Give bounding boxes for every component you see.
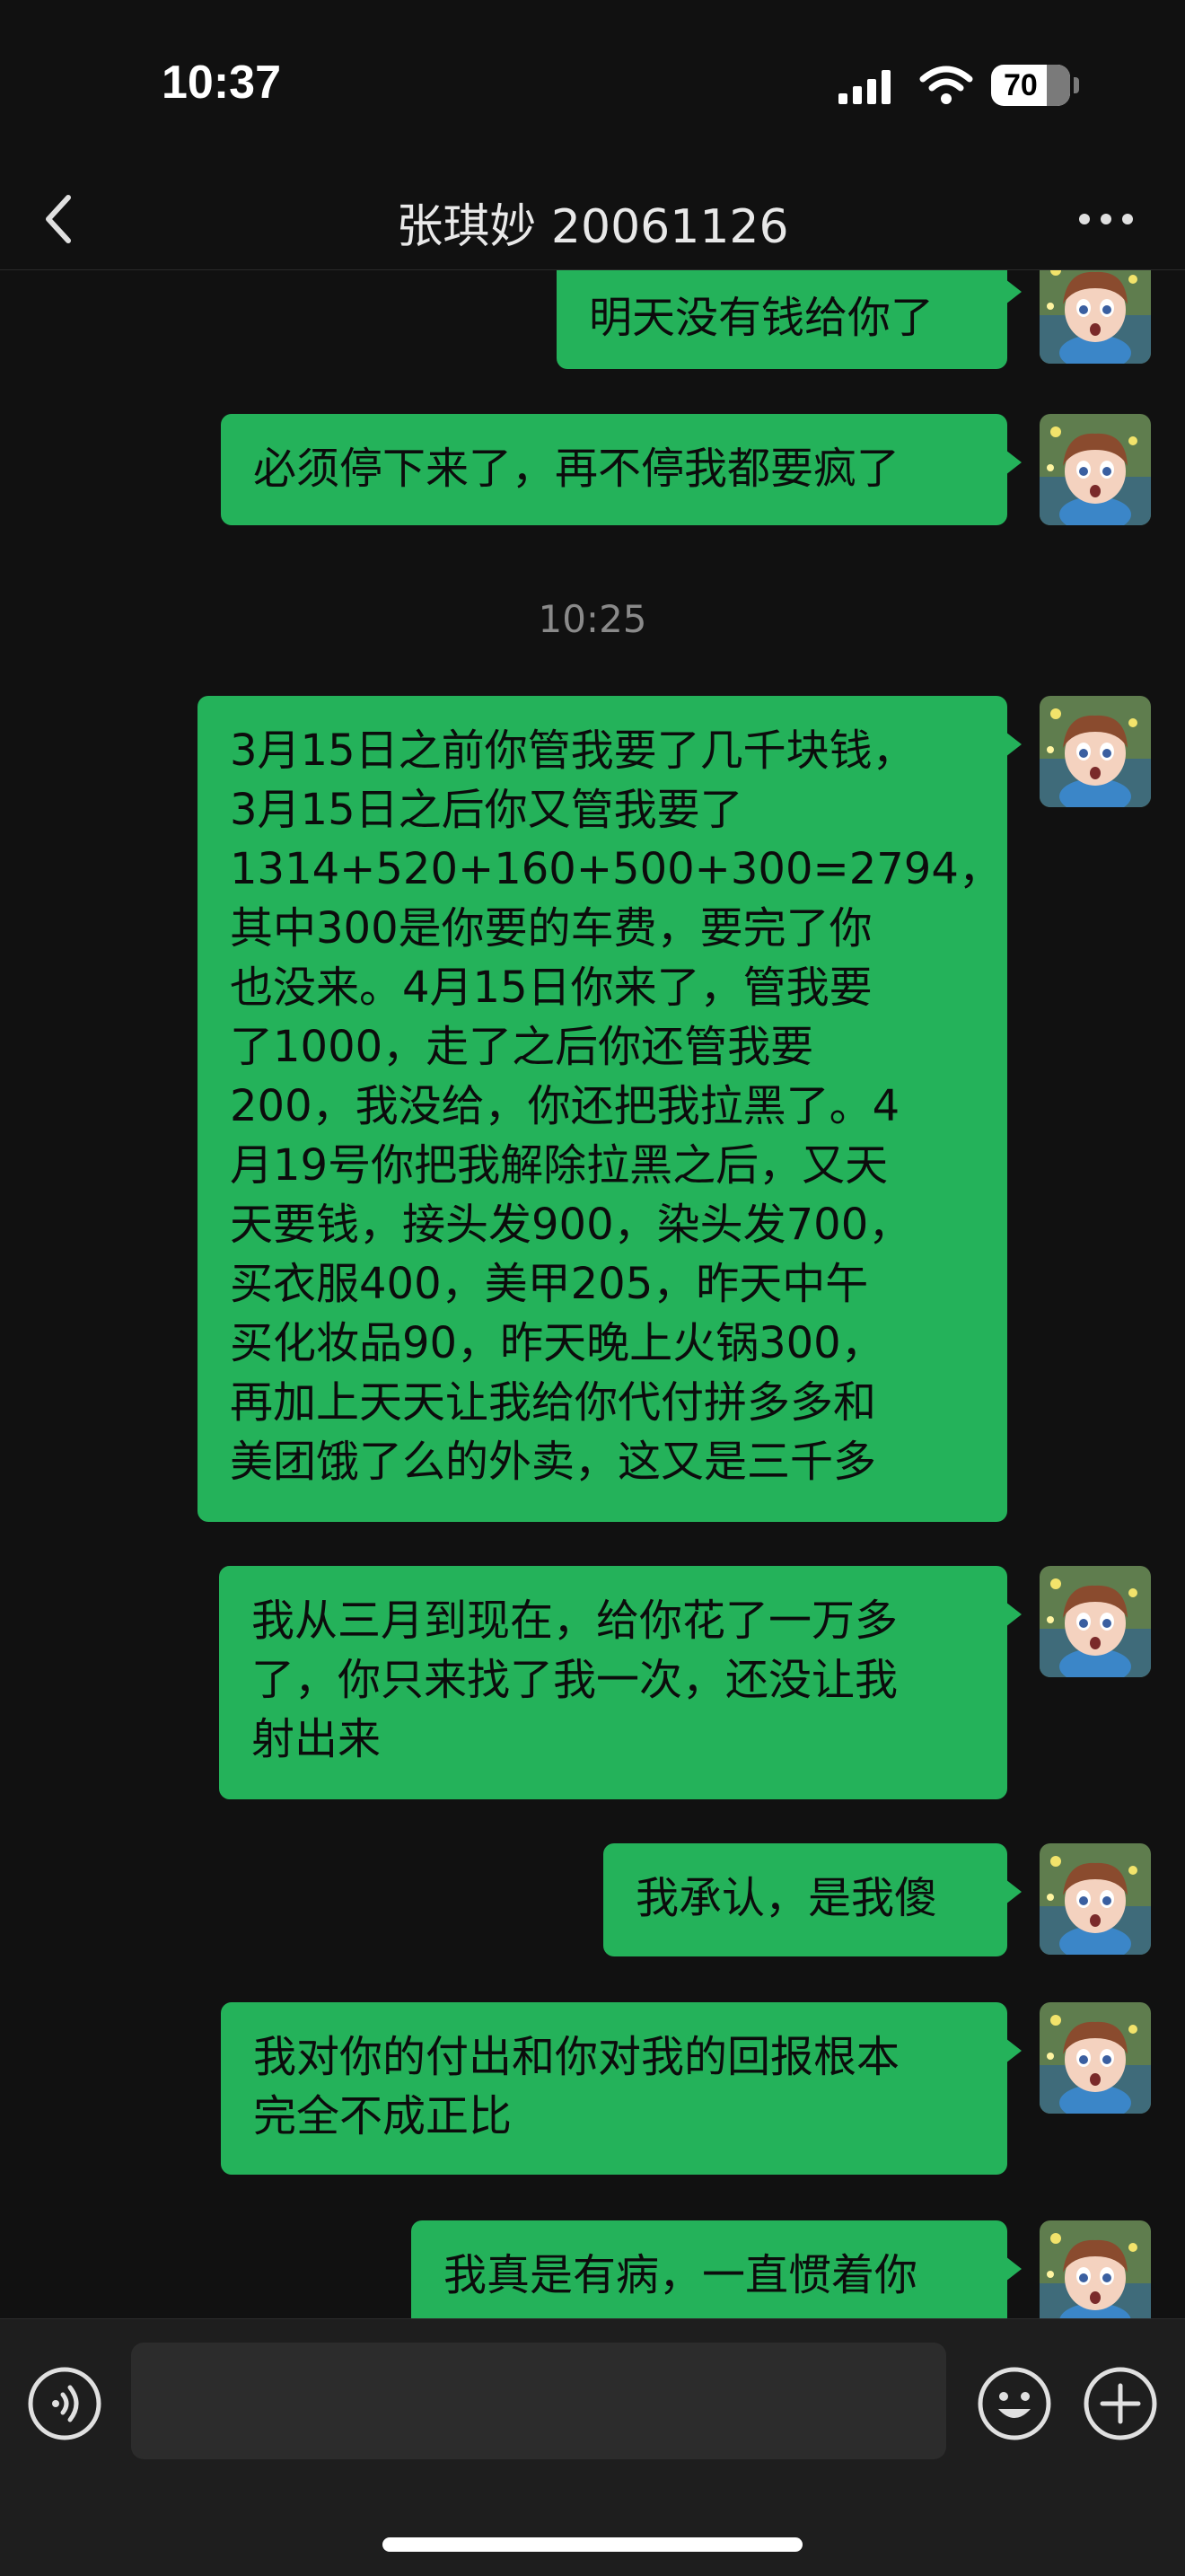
message-row: 明天没有钱给你了 — [0, 270, 1185, 369]
message-row: 我真是有病，一直惯着你 — [0, 2220, 1185, 2318]
message-row: 我对你的付出和你对我的回报根本 完全不成正比 — [0, 2002, 1185, 2175]
battery-nub — [1074, 77, 1079, 93]
message-row: 3月15日之前你管我要了几千块钱， 3月15日之后你又管我要了 1314+520… — [0, 696, 1185, 1522]
signal-icon — [838, 68, 901, 108]
message-bubble[interactable]: 必须停下来了，再不停我都要疯了 — [221, 414, 1022, 525]
avatar[interactable] — [1040, 2002, 1151, 2114]
message-bubble[interactable]: 3月15日之前你管我要了几千块钱， 3月15日之后你又管我要了 1314+520… — [198, 696, 1022, 1522]
message-bubble[interactable]: 我从三月到现在，给你花了一万多 了，你只来找了我一次，还没让我 射出来 — [219, 1566, 1022, 1799]
time-divider: 10:25 — [538, 597, 647, 641]
avatar[interactable] — [1040, 2220, 1151, 2318]
message-row: 我从三月到现在，给你花了一万多 了，你只来找了我一次，还没让我 射出来 — [0, 1566, 1185, 1799]
avatar[interactable] — [1040, 414, 1151, 525]
message-row: 我承认，是我傻 — [0, 1843, 1185, 1956]
chat-header: 张琪妙 20061126 — [0, 171, 1185, 270]
battery-indicator: 70 — [991, 65, 1070, 106]
avatar[interactable] — [1040, 1843, 1151, 1955]
message-bubble[interactable]: 我真是有病，一直惯着你 — [411, 2220, 1022, 2318]
status-time: 10:37 — [162, 57, 281, 109]
message-list[interactable]: 明天没有钱给你了 必须停下来了，再不停我都要疯了 10:25 3月15日之前你管… — [0, 270, 1185, 2318]
message-bubble[interactable]: 我承认，是我傻 — [603, 1843, 1022, 1956]
wifi-icon — [919, 65, 973, 110]
plus-icon[interactable] — [1083, 2366, 1158, 2445]
battery-level: 70 — [1004, 68, 1038, 102]
avatar[interactable] — [1040, 696, 1151, 807]
avatar[interactable] — [1040, 270, 1151, 364]
chat-title: 张琪妙 20061126 — [396, 200, 789, 254]
status-bar: 10:37 70 — [0, 0, 1185, 171]
emoji-icon[interactable] — [977, 2366, 1052, 2445]
avatar[interactable] — [1040, 1566, 1151, 1677]
message-row: 必须停下来了，再不停我都要疯了 — [0, 414, 1185, 525]
message-bubble[interactable]: 我对你的付出和你对我的回报根本 完全不成正比 — [221, 2002, 1022, 2175]
message-bubble[interactable]: 明天没有钱给你了 — [557, 270, 1022, 369]
home-indicator[interactable] — [382, 2537, 803, 2552]
message-input[interactable] — [131, 2343, 946, 2459]
voice-icon[interactable] — [27, 2366, 102, 2445]
more-dots-icon[interactable] — [1077, 201, 1135, 241]
